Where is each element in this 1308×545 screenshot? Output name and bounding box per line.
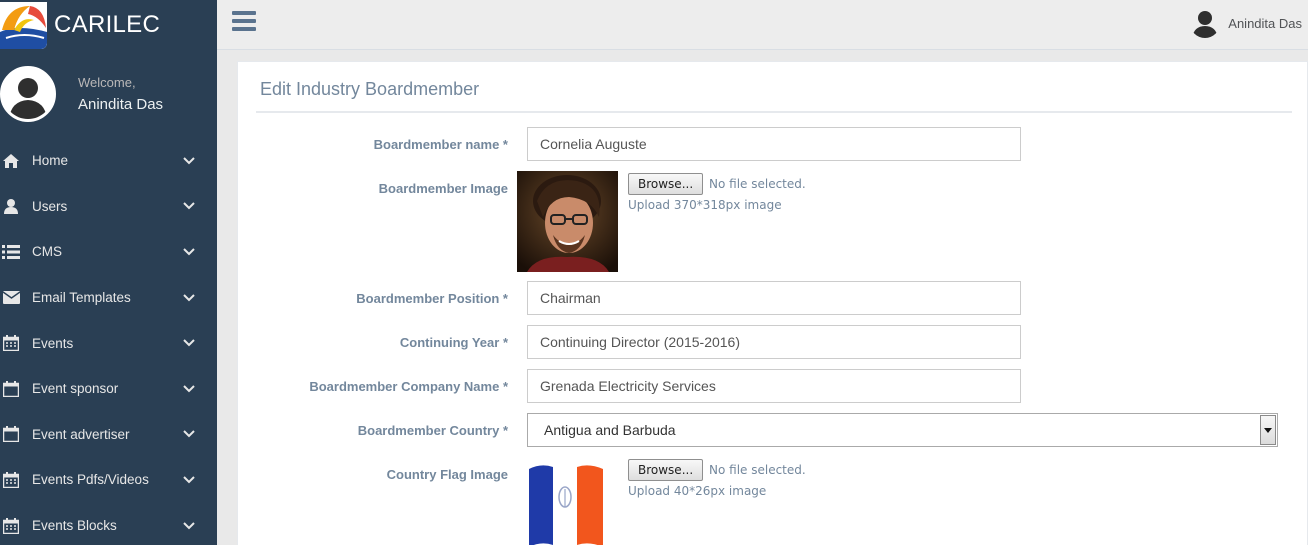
calendar-icon — [2, 380, 20, 397]
chevron-down-icon — [183, 476, 195, 484]
calendar-icon — [2, 335, 20, 352]
flag-file-status: No file selected. — [709, 463, 806, 477]
home-icon — [2, 153, 20, 169]
sidebar-item-label: Users — [32, 198, 68, 214]
chevron-down-icon — [183, 521, 195, 529]
page-title: Edit Industry Boardmember — [260, 79, 480, 99]
sidebar-item-label: Event sponsor — [32, 381, 119, 397]
divider — [256, 111, 1292, 113]
chevron-down-icon — [183, 293, 195, 301]
avatar — [0, 66, 56, 122]
edit-boardmember-panel: Edit Industry Boardmember Boardmember na… — [237, 61, 1308, 545]
sidebar-item-label: Email Templates — [32, 290, 131, 306]
chevron-down-icon — [183, 202, 195, 210]
profile-name: Anindita Das — [78, 96, 164, 113]
flag-upload-hint: Upload 40*26px image — [628, 484, 767, 498]
image-upload-hint: Upload 370*318px image — [628, 198, 782, 212]
carilec-logo — [0, 1, 47, 49]
company-name-input[interactable]: Grenada Electricity Services — [527, 369, 1021, 403]
calendar-icon — [2, 517, 20, 534]
sidebar-menu: Home Users CMS Email Templates Events Ev… — [0, 138, 217, 545]
calendar-icon — [2, 426, 20, 443]
company-name-label: Boardmember Company Name * — [309, 379, 508, 394]
sidebar-item-events[interactable]: Events — [0, 320, 217, 366]
chevron-down-icon — [183, 430, 195, 438]
sidebar-item-label: Events Blocks — [32, 518, 117, 534]
chevron-down-icon — [183, 248, 195, 256]
sidebar-item-event-advertiser[interactable]: Event advertiser — [0, 412, 217, 458]
image-file-status: No file selected. — [709, 177, 806, 191]
country-flag-preview — [527, 459, 607, 545]
brand-title: CARILEC — [54, 11, 161, 38]
sidebar-item-users[interactable]: Users — [0, 184, 217, 230]
sidebar-item-label: Home — [32, 153, 69, 169]
sidebar-item-label: CMS — [32, 244, 62, 260]
menu-toggle-icon[interactable] — [232, 11, 256, 33]
profile-welcome: Welcome, — [78, 75, 136, 90]
user-avatar-icon — [1190, 8, 1221, 38]
user-menu[interactable]: Anindita Das — [1190, 8, 1302, 38]
top-navbar: Anindita Das — [217, 0, 1308, 50]
country-label: Boardmember Country * — [357, 423, 508, 438]
image-browse-button[interactable]: Browse... — [628, 173, 704, 195]
list-icon — [2, 244, 20, 260]
boardmember-image-preview — [517, 171, 618, 272]
chevron-down-icon[interactable] — [1260, 415, 1276, 445]
boardmember-position-label: Boardmember Position * — [356, 291, 508, 306]
country-select[interactable]: Antigua and Barbuda — [527, 413, 1278, 447]
sidebar-item-event-sponsor[interactable]: Event sponsor — [0, 366, 217, 412]
user-icon — [2, 198, 20, 214]
country-selected-value: Antigua and Barbuda — [544, 422, 676, 438]
boardmember-position-input[interactable]: Chairman — [527, 281, 1021, 315]
boardmember-name-input[interactable]: Cornelia Auguste — [527, 127, 1021, 161]
boardmember-name-label: Boardmember name * — [373, 137, 508, 152]
continuing-year-input[interactable]: Continuing Director (2015-2016) — [527, 325, 1021, 359]
sidebar: CARILEC Welcome, Anindita Das Home Users… — [0, 0, 217, 545]
sidebar-item-events-pdfs-videos[interactable]: Events Pdfs/Videos — [0, 457, 217, 503]
boardmember-image-label: Boardmember Image — [378, 181, 508, 196]
chevron-down-icon — [183, 385, 195, 393]
calendar-icon — [2, 471, 20, 488]
sidebar-item-label: Event advertiser — [32, 426, 130, 442]
sidebar-item-email-templates[interactable]: Email Templates — [0, 275, 217, 321]
sidebar-item-events-blocks[interactable]: Events Blocks — [0, 503, 217, 545]
country-flag-label: Country Flag Image — [386, 467, 508, 482]
user-name: Anindita Das — [1228, 15, 1302, 31]
profile: Welcome, Anindita Das — [0, 50, 217, 138]
flag-browse-button[interactable]: Browse... — [628, 459, 704, 481]
envelope-icon — [2, 290, 20, 306]
chevron-down-icon — [183, 339, 195, 347]
chevron-down-icon — [183, 157, 195, 165]
sidebar-item-label: Events Pdfs/Videos — [32, 472, 149, 488]
sidebar-item-cms[interactable]: CMS — [0, 229, 217, 275]
sidebar-item-home[interactable]: Home — [0, 138, 217, 184]
continuing-year-label: Continuing Year * — [399, 335, 508, 350]
brand[interactable]: CARILEC — [0, 0, 217, 50]
sidebar-item-label: Events — [32, 335, 74, 351]
